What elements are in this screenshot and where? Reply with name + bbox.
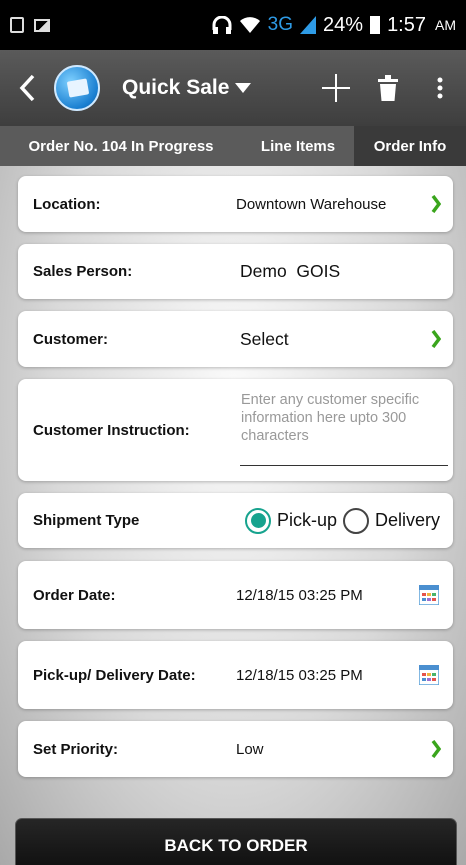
shipment-type-label: Shipment Type [33,512,140,529]
tab-order-info[interactable]: Order Info [354,126,466,166]
headset-icon [212,16,232,34]
sales-person-label: Sales Person: [33,263,133,280]
more-vert-icon [437,77,443,99]
priority-label: Set Priority: [33,740,119,758]
app-logo [54,65,100,111]
app-bar: Quick Sale [0,50,466,126]
customer-row[interactable]: Customer: Select [18,311,453,367]
location-value: Downtown Warehouse [236,195,387,213]
customer-instruction-label: Customer Instruction: [33,421,190,439]
customer-instruction-input[interactable]: Enter any customer specific information … [241,391,449,445]
shipment-type-row: Shipment Type Pick-up Delivery [18,493,453,548]
chevron-left-icon [19,74,35,102]
input-underline [240,465,448,466]
chevron-right-icon [431,195,441,213]
delete-button[interactable] [362,75,414,101]
calendar-icon[interactable] [419,665,439,685]
chevron-right-icon [431,330,441,348]
sales-person-value: Demo GOIS [240,261,341,281]
order-date-row[interactable]: Order Date: 12/18/15 03:25 PM [18,561,453,629]
back-button[interactable] [0,74,54,102]
shipment-type-radio-group: Pick-up Delivery [245,507,440,534]
title-dropdown[interactable]: Quick Sale [122,76,252,100]
back-to-order-button[interactable]: BACK TO ORDER [15,818,457,865]
overflow-menu-button[interactable] [414,77,466,99]
add-button[interactable] [310,74,362,102]
trash-icon [378,75,398,101]
status-bar: 3G 24% 1:57 AM [0,0,466,50]
tab-order-status[interactable]: Order No. 104 In Progress [0,126,242,166]
clock-ampm: AM [435,17,456,33]
pickup-radio-label[interactable]: Pick-up [277,510,337,531]
priority-value: Low [236,740,264,758]
order-date-value: 12/18/15 03:25 PM [236,586,363,604]
chevron-right-icon [431,740,441,758]
pickup-radio[interactable] [245,507,271,534]
customer-label: Customer: [33,330,109,348]
lock-icon [10,17,24,33]
pickup-delivery-date-label: Pick-up/ Delivery Date: [33,666,196,684]
image-notification-icon [34,18,50,32]
location-row[interactable]: Location: Downtown Warehouse [18,176,453,232]
customer-instruction-row: Customer Instruction: Enter any customer… [18,379,453,481]
delivery-radio[interactable] [343,507,370,534]
order-date-label: Order Date: [33,586,116,604]
wifi-icon [239,17,260,33]
clock-time: 1:57 [387,13,426,36]
back-to-order-label: BACK TO ORDER [164,836,308,855]
network-type: 3G [267,14,294,35]
delivery-radio-label[interactable]: Delivery [375,510,440,531]
battery-percent: 24% [323,13,364,36]
location-label: Location: [33,195,101,213]
sales-person-row: Sales Person: Demo GOIS [18,244,453,299]
caret-down-icon [235,83,252,93]
tab-bar: Order No. 104 In Progress Line Items Ord… [0,126,466,166]
signal-icon [300,16,317,34]
priority-row[interactable]: Set Priority: Low [18,721,453,777]
battery-icon [370,16,381,34]
pickup-delivery-date-value: 12/18/15 03:25 PM [236,666,363,684]
plus-icon [322,74,350,102]
tab-line-items[interactable]: Line Items [242,126,354,166]
page-title: Quick Sale [122,76,230,99]
calendar-icon[interactable] [419,585,439,605]
customer-select[interactable]: Select [240,329,289,350]
pickup-delivery-date-row[interactable]: Pick-up/ Delivery Date: 12/18/15 03:25 P… [18,641,453,709]
